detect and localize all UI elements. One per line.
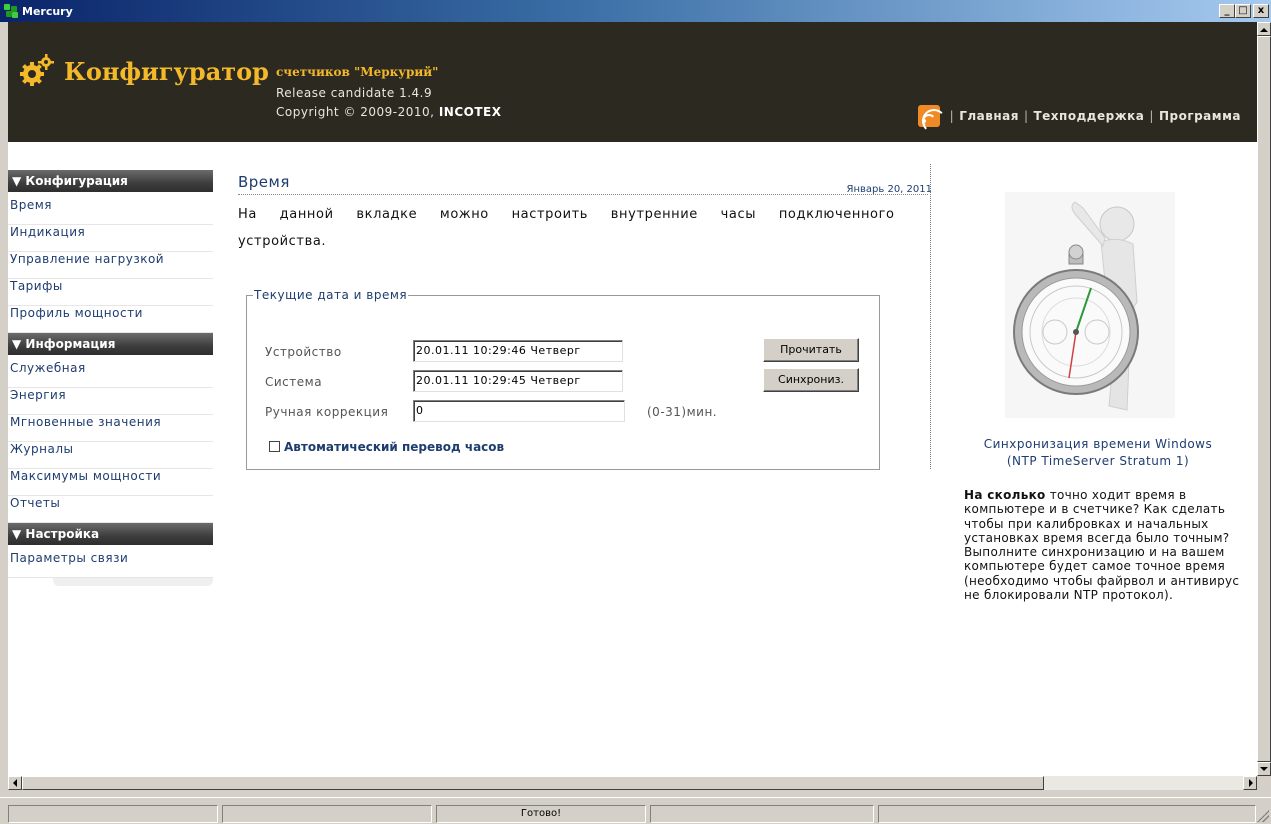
ntp-sync-caption-line-2: (NTP TimeServer Stratum 1) (1006, 454, 1190, 468)
sidebar-section-settings[interactable]: ▼ Настройка (8, 523, 213, 545)
sidebar-item-connection-params[interactable]: Параметры связи (8, 551, 213, 578)
ntp-sync-caption[interactable]: Синхронизация времени Windows (NTP TimeS… (948, 436, 1248, 470)
sidebar-item-reports[interactable]: Отчеты (8, 496, 213, 523)
datetime-fieldset: Текущие дата и время Устройство 20.01.11… (246, 288, 880, 470)
status-panel-4 (650, 805, 874, 823)
datetime-legend: Текущие дата и время (254, 288, 408, 302)
scroll-left-button[interactable] (8, 776, 22, 790)
status-bar: Готово! (0, 797, 1271, 824)
auto-dst-option[interactable]: Автоматический перевод часов (269, 440, 504, 454)
correction-unit: (0-31)мин. (647, 405, 718, 419)
sidebar-item-indication[interactable]: Индикация (8, 225, 213, 252)
manual-correction-label: Ручная коррекция (265, 405, 389, 419)
manual-correction-row: Ручная коррекция 0 (0-31)мин. (265, 400, 865, 422)
status-panel-3: Готово! (436, 805, 646, 823)
site-header: Конфигуратор счетчиков "Меркурий" Releas… (8, 22, 1257, 142)
sidebar-item-load-control[interactable]: Управление нагрузкой (8, 252, 213, 279)
sidebar-item-instant-values[interactable]: Мгновенные значения (8, 415, 213, 442)
main-content: Время Январь 20, 2011 На данной вкладке … (238, 170, 932, 470)
sidebar-item-power-profile[interactable]: Профиль мощности (8, 306, 213, 333)
sidebar-section-configuration[interactable]: ▼ Конфигурация (8, 170, 213, 192)
read-button[interactable]: Прочитать (763, 338, 859, 362)
window-title: Mercury (22, 4, 73, 18)
page-date: Январь 20, 2011 (846, 184, 932, 195)
nav-link-home[interactable]: Главная (959, 109, 1019, 123)
page-header: Время Январь 20, 2011 (238, 170, 932, 195)
page-intro: На данной вкладке можно настроить внутре… (238, 201, 912, 255)
mercury-app-icon (4, 4, 18, 18)
system-time-label: Система (265, 375, 323, 389)
sidebar-item-journals[interactable]: Журналы (8, 442, 213, 469)
ntp-description-bold: На сколько (964, 488, 1046, 502)
ntp-description-text: точно ходит время в компьютере и в счетч… (964, 488, 1240, 603)
auto-dst-checkbox[interactable] (269, 441, 280, 452)
top-navigation: | Главная | Техподдержка | Программа (917, 105, 1241, 133)
vertical-scrollbar[interactable] (1257, 22, 1271, 776)
status-panel-1 (8, 805, 218, 823)
scroll-up-button[interactable] (1257, 22, 1271, 36)
horizontal-scrollbar[interactable] (8, 776, 1257, 790)
sidebar-footer (53, 578, 213, 586)
nav-separator: | (949, 109, 955, 123)
scroll-right-button[interactable] (1243, 776, 1257, 790)
brand-title: Конфигуратор (64, 57, 269, 86)
sidebar-item-service[interactable]: Служебная (8, 361, 213, 388)
nav-separator: | (1023, 109, 1029, 123)
company-name: INCOTEX (438, 105, 502, 119)
sidebar-item-power-maximums[interactable]: Максимумы мощности (8, 469, 213, 496)
ntp-sync-caption-line-1: Синхронизация времени Windows (983, 437, 1213, 451)
maximize-button[interactable]: □ (1235, 4, 1251, 18)
browser-client-area: Конфигуратор счетчиков "Меркурий" Releas… (8, 22, 1257, 776)
system-time-field[interactable]: 20.01.11 10:29:45 Четверг (413, 370, 623, 392)
copyright-text: Copyright © 2009-2010, INCOTEX (276, 105, 501, 119)
column-divider (930, 164, 931, 469)
sidebar-item-time[interactable]: Время (8, 198, 213, 225)
page-title: Время (238, 173, 290, 191)
sidebar-item-energy[interactable]: Энергия (8, 388, 213, 415)
copyright-label: Copyright © 2009-2010, (276, 105, 435, 119)
ntp-description: На сколько точно ходит время в компьютер… (964, 488, 1250, 602)
close-button[interactable]: x (1253, 4, 1269, 18)
sync-button[interactable]: Синхрониз. (763, 368, 859, 392)
device-time-label: Устройство (265, 345, 342, 359)
nav-link-support[interactable]: Техподдержка (1033, 109, 1144, 123)
rss-icon[interactable] (917, 105, 946, 133)
minimize-button[interactable]: _ (1219, 4, 1235, 18)
window-titlebar[interactable]: Mercury _ □ x (0, 0, 1271, 22)
device-time-field[interactable]: 20.01.11 10:29:46 Четверг (413, 340, 623, 362)
sidebar-item-tariffs[interactable]: Тарифы (8, 279, 213, 306)
nav-link-program[interactable]: Программа (1159, 109, 1241, 123)
gears-icon (20, 54, 54, 86)
horizontal-scroll-thumb[interactable] (22, 776, 1044, 790)
status-panel-5 (878, 805, 1256, 823)
sidebar-section-information[interactable]: ▼ Информация (8, 333, 213, 355)
manual-correction-input[interactable]: 0 (413, 400, 625, 422)
status-panel-2 (222, 805, 432, 823)
intro-line-1: На данной вкладке можно настроить внутре… (238, 207, 895, 222)
auto-dst-label: Автоматический перевод часов (284, 440, 505, 454)
scroll-down-button[interactable] (1257, 762, 1271, 776)
stopwatch-figure-image (1005, 192, 1175, 418)
brand-subtitle: счетчиков "Меркурий" (276, 65, 439, 79)
left-sidebar: ▼ Конфигурация Время Индикация Управлени… (8, 170, 213, 586)
nav-separator: | (1149, 109, 1154, 123)
release-text: Release candidate 1.4.9 (276, 86, 433, 100)
intro-line-2: устройства. (238, 234, 327, 249)
vertical-scroll-thumb[interactable] (1257, 36, 1271, 762)
resize-grip-icon[interactable] (1257, 810, 1269, 822)
